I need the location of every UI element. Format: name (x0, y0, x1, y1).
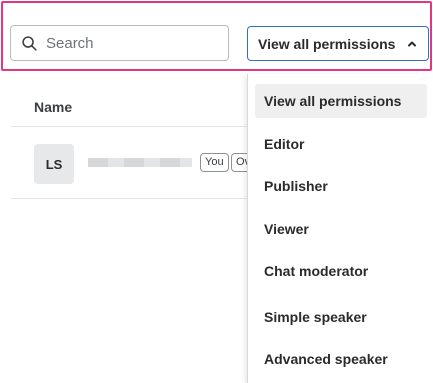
search-field[interactable] (10, 25, 229, 61)
permission-filter-label: View all permissions (258, 35, 396, 52)
permission-filter-menu: View all permissions Editor Publisher Vi… (247, 74, 433, 383)
menu-item-label: Chat moderator (264, 263, 369, 279)
menu-item-view-all-permissions[interactable]: View all permissions (255, 84, 427, 118)
you-badge: You (200, 153, 229, 172)
avatar: LS (34, 144, 74, 184)
menu-item-label: Publisher (264, 178, 328, 194)
menu-item-viewer[interactable]: Viewer (255, 212, 427, 246)
avatar-initials: LS (45, 156, 63, 172)
menu-item-label: Editor (264, 136, 305, 152)
chevron-up-icon (408, 41, 416, 46)
menu-item-advanced-speaker[interactable]: Advanced speaker (255, 342, 427, 376)
menu-item-editor[interactable]: Editor (255, 127, 427, 161)
menu-item-label: View all permissions (264, 93, 402, 109)
menu-item-publisher[interactable]: Publisher (255, 169, 427, 203)
permission-filter-dropdown[interactable]: View all permissions (247, 26, 429, 61)
menu-item-label: Advanced speaker (264, 351, 388, 367)
menu-item-chat-moderator[interactable]: Chat moderator (255, 254, 427, 288)
menu-item-simple-speaker[interactable]: Simple speaker (255, 300, 427, 334)
search-icon (22, 35, 37, 51)
search-input[interactable] (46, 34, 216, 52)
redacted-user-name (88, 158, 192, 167)
menu-item-label: Simple speaker (264, 309, 367, 325)
menu-item-label: Viewer (264, 221, 309, 237)
column-header-name[interactable]: Name (34, 99, 72, 115)
